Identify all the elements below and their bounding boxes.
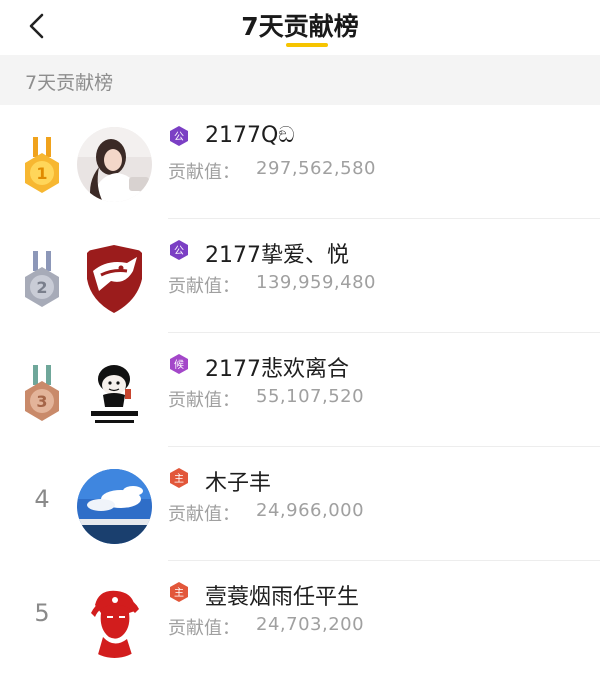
user-name: 2177Qඞ xyxy=(205,123,295,148)
svg-text:公: 公 xyxy=(174,132,184,143)
user-name: 木子丰 xyxy=(205,471,272,496)
user-name: 2177挚爱、悦 xyxy=(205,243,349,268)
ranking-row[interactable]: 5 主 壹蓑烟雨任平生 贡献值： 24,703,200 xyxy=(0,561,600,675)
guild-badge-icon: 公 xyxy=(170,126,188,146)
svg-text:主: 主 xyxy=(174,587,184,599)
gold-medal-icon: 1 xyxy=(25,137,59,193)
host-badge-icon: 主 xyxy=(170,468,188,488)
svg-text:公: 公 xyxy=(174,246,184,257)
contribution-value: 24,966,000 xyxy=(256,500,365,521)
title-underline xyxy=(286,43,328,47)
avatar[interactable] xyxy=(77,127,152,202)
avatar[interactable] xyxy=(77,469,152,544)
svg-text:候: 候 xyxy=(174,358,184,371)
top-bar: 7天贡献榜 xyxy=(0,0,600,55)
contribution-value: 297,562,580 xyxy=(256,158,377,179)
rank-number: 4 xyxy=(34,485,50,513)
ranking-row[interactable]: 2 公 2177挚爱、悦 贡献值： 139,959,480 xyxy=(0,219,600,333)
user-name: 壹蓑烟雨任平生 xyxy=(205,585,360,610)
avatar[interactable] xyxy=(77,583,152,658)
bronze-medal-icon: 3 xyxy=(25,365,59,421)
host-badge-icon: 主 xyxy=(170,582,188,602)
contribution-label: 贡献值： xyxy=(168,276,240,297)
page-title: 7天贡献榜 xyxy=(241,12,359,41)
user-name: 2177悲欢离合 xyxy=(205,357,349,382)
guild-badge-icon: 公 xyxy=(170,240,188,260)
contribution-label: 贡献值： xyxy=(168,162,240,183)
ranking-row[interactable]: 4 主 木子丰 贡献值： 24,966,000 xyxy=(0,447,600,561)
svg-text:1: 1 xyxy=(36,164,47,183)
contribution-label: 贡献值： xyxy=(168,618,240,639)
rank-number: 5 xyxy=(34,599,50,627)
section-label: 7天贡献榜 xyxy=(25,72,114,94)
avatar[interactable] xyxy=(77,355,152,430)
guild-badge-icon: 候 xyxy=(170,354,188,374)
section-header: 7天贡献榜 xyxy=(0,55,600,105)
contribution-value: 24,703,200 xyxy=(256,614,365,635)
contribution-label: 贡献值： xyxy=(168,390,240,411)
contribution-value: 55,107,520 xyxy=(256,386,365,407)
contribution-label: 贡献值： xyxy=(168,504,240,525)
avatar[interactable] xyxy=(77,241,152,316)
contribution-value: 139,959,480 xyxy=(256,272,377,293)
ranking-row[interactable]: 1 公 2177Qඞ 贡献值： 297,562,580 xyxy=(0,105,600,219)
silver-medal-icon: 2 xyxy=(25,251,59,307)
svg-text:主: 主 xyxy=(174,473,184,485)
svg-text:3: 3 xyxy=(36,392,47,411)
ranking-row[interactable]: 3 候 2177悲欢离合 贡献值： 55,107,520 xyxy=(0,333,600,447)
svg-text:2: 2 xyxy=(36,278,47,297)
